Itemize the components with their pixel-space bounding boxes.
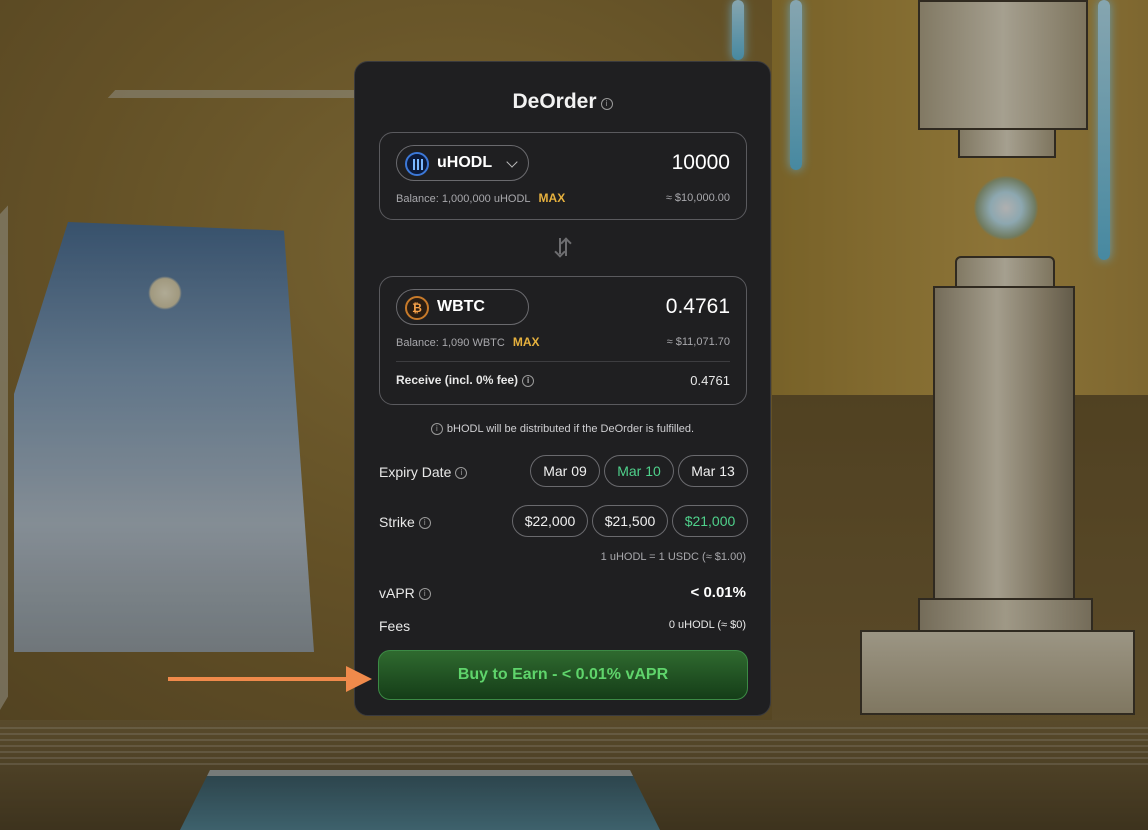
from-balance: Balance: 1,000,000 uHODL MAX (396, 191, 565, 205)
from-token-box: uHODL 10000 Balance: 1,000,000 uHODL MAX … (379, 132, 747, 220)
divider (396, 361, 730, 362)
fees-label: Fees (379, 618, 411, 634)
bitcoin-logo-icon: ₿ (405, 296, 429, 320)
strike-label: Strike i (379, 514, 431, 530)
info-icon[interactable]: i (418, 588, 431, 601)
expiry-label-text: Expiry Date (379, 464, 452, 480)
exchange-rate: 1 uHODL = 1 USDC (≈ $1.00) (600, 551, 746, 563)
info-icon[interactable]: i (600, 97, 613, 110)
info-icon[interactable]: i (418, 517, 431, 530)
strike-option[interactable]: $22,000 (512, 505, 588, 537)
vapr-label-text: vAPR (379, 585, 415, 601)
title-row: DeOrder i (355, 90, 770, 114)
receive-label: Receive (incl. 0% fee) i (396, 373, 535, 387)
buy-to-earn-button[interactable]: Buy to Earn - < 0.01% vAPR (378, 650, 748, 700)
info-icon[interactable]: i (522, 374, 535, 387)
to-max-button[interactable]: MAX (513, 335, 540, 349)
vapr-value: < 0.01% (690, 584, 746, 601)
from-usd-value: ≈ $10,000.00 (665, 192, 730, 204)
expiry-option[interactable]: Mar 09 (530, 455, 600, 487)
swap-arrows-icon[interactable] (555, 238, 571, 256)
to-token-symbol: WBTC (437, 298, 485, 315)
strike-option[interactable]: $21,500 (592, 505, 668, 537)
annotation-arrow (168, 666, 374, 692)
uhodl-logo-icon (405, 152, 429, 176)
receive-value: 0.4761 (690, 373, 730, 388)
deorder-panel: DeOrder i uHODL 10000 Balance: 1,000,000 … (354, 61, 771, 716)
receive-label-text: Receive (incl. 0% fee) (396, 373, 519, 387)
to-usd-value: ≈ $11,071.70 (666, 336, 730, 348)
from-token-selector[interactable]: uHODL (396, 145, 529, 181)
to-token-selector[interactable]: ₿ WBTC (396, 289, 529, 325)
notice-text: bHODL will be distributed if the DeOrder… (446, 423, 695, 435)
from-amount-input[interactable]: 10000 (672, 151, 730, 175)
to-balance-text: Balance: 1,090 WBTC (396, 337, 505, 349)
from-max-button[interactable]: MAX (539, 191, 566, 205)
to-token-box: ₿ WBTC 0.4761 Balance: 1,090 WBTC MAX ≈ $… (379, 276, 747, 405)
distribution-notice: i bHODL will be distributed if the DeOrde… (355, 423, 770, 436)
from-token-symbol: uHODL (437, 154, 493, 171)
from-balance-text: Balance: 1,000,000 uHODL (396, 193, 531, 205)
info-icon[interactable]: i (455, 467, 468, 480)
to-balance: Balance: 1,090 WBTC MAX (396, 335, 540, 349)
expiry-option[interactable]: Mar 13 (678, 455, 748, 487)
vapr-label: vAPR i (379, 585, 431, 601)
expiry-label: Expiry Date i (379, 464, 468, 480)
fees-value: 0 uHODL (≈ $0) (668, 619, 746, 631)
page-title: DeOrder (512, 90, 597, 113)
to-amount: 0.4761 (665, 295, 730, 318)
chevron-down-icon (506, 156, 518, 168)
strike-label-text: Strike (379, 514, 415, 530)
strike-option-selected[interactable]: $21,000 (672, 505, 748, 537)
info-icon: i (430, 423, 443, 436)
expiry-option-selected[interactable]: Mar 10 (604, 455, 674, 487)
